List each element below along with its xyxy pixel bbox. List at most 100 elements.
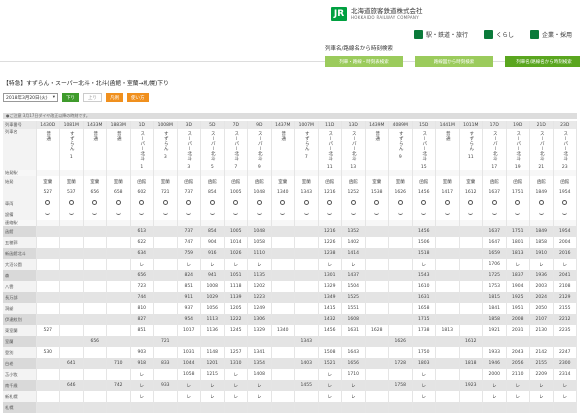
row-label: 五稜郭: [3, 237, 37, 248]
table-cell: 656: [83, 187, 107, 198]
up-button[interactable]: 上り: [83, 93, 102, 102]
table-cell: [388, 402, 413, 413]
table-cell: 2314: [553, 369, 577, 380]
table-cell: [271, 259, 295, 270]
table-cell: スーパー北斗 23: [553, 129, 577, 170]
origin-row: 始発 室蘭 室蘭 室蘭 室蘭 函館 室蘭 函館 函館 函館 函館 室蘭 室蘭 函館 函館 室蘭 室蘭 函館 室蘭 室蘭…: [3, 176, 577, 187]
table-cell: [365, 270, 389, 281]
table-cell: [36, 226, 60, 237]
table-cell: [177, 402, 201, 413]
table-cell: 2004: [553, 237, 577, 248]
table-cell: [294, 248, 319, 259]
table-cell: [294, 303, 319, 314]
table-cell: レ: [412, 369, 436, 380]
table-cell: [59, 281, 84, 292]
table-cell: [247, 336, 272, 347]
table-cell: 室蘭: [106, 176, 131, 187]
table-cell: 1753: [482, 281, 507, 292]
company-sub: HOKKAIDO RAILWAY COMPANY: [351, 15, 419, 20]
table-cell: [106, 369, 131, 380]
table-cell: 1738: [412, 325, 436, 336]
table-cell: [271, 314, 295, 325]
table-cell: 函館: [506, 176, 530, 187]
table-cell: [388, 303, 413, 314]
table-cell: レ: [529, 380, 554, 391]
table-cell: 2247: [553, 347, 577, 358]
row-label: 東室蘭: [3, 325, 37, 336]
table-cell: [271, 237, 295, 248]
table-cell: [59, 237, 84, 248]
table-cell: [459, 325, 483, 336]
table-cell: [388, 209, 413, 220]
reserved-seat-icon: [397, 200, 403, 205]
table-cell: 1849: [529, 187, 554, 198]
search-button-trainname[interactable]: 列車名/路線名から時刻検索: [505, 56, 580, 67]
table-cell: [294, 347, 319, 358]
station-row: 大沼公園レレレレレレレレ 1706 レレレ: [3, 259, 577, 270]
station-row: 森 656 824 941 1051 1135 1301 1437 1543 1725 1837 19…: [3, 270, 577, 281]
table-cell: 1610: [412, 281, 436, 292]
table-cell: 1005: [224, 226, 248, 237]
nav-travel[interactable]: 駅・鉄道・旅行: [410, 30, 472, 39]
cup-icon: [256, 212, 262, 215]
table-cell: スーパー北斗 19: [506, 129, 530, 170]
table-cell: 1750: [412, 347, 436, 358]
table-cell: [36, 281, 60, 292]
table-cell: 721: [153, 336, 178, 347]
table-cell: 2000: [482, 369, 507, 380]
nav-corp[interactable]: 企業・採用: [526, 30, 576, 39]
table-cell: すずらん 1: [59, 129, 84, 170]
table-cell: 721: [153, 187, 178, 198]
table-cell: 710: [106, 358, 131, 369]
table-cell: 744: [130, 292, 154, 303]
table-cell: 656: [130, 270, 154, 281]
station-row: 札幌: [3, 402, 577, 413]
table-cell: 1005: [224, 187, 248, 198]
table-cell: レ: [177, 380, 201, 391]
table-cell: レ: [412, 259, 436, 270]
table-cell: 2016: [553, 248, 577, 259]
table-cell: [435, 226, 460, 237]
table-cell: [59, 209, 84, 220]
table-cell: 622: [130, 237, 154, 248]
legend-button[interactable]: 凡例: [106, 93, 123, 102]
jr-logo[interactable]: JR 北海道旅客鉄道株式会社 HOKKAIDO RAILWAY COMPANY: [331, 7, 423, 21]
nav-life[interactable]: くらし: [480, 30, 518, 39]
table-cell: レ: [130, 369, 154, 380]
table-cell: [153, 270, 178, 281]
table-cell: レ: [553, 391, 577, 402]
table-cell: 1841: [482, 303, 507, 314]
table-cell: [106, 402, 131, 413]
table-cell: 1643: [341, 347, 366, 358]
station-row: 函館 613 737 854 1005 1048 1216 1352 1456 1637 1751 1…: [3, 226, 577, 237]
table-cell: 1017: [177, 325, 201, 336]
date-select[interactable]: 2018年3月20日(火) ▾: [3, 93, 58, 102]
search-button-map[interactable]: 路線図から時刻検索: [415, 56, 493, 67]
table-cell: [482, 336, 507, 347]
table-cell: 933: [153, 380, 178, 391]
table-cell: [153, 369, 178, 380]
table-cell: 2107: [529, 314, 554, 325]
table-cell: スーパー北斗 1: [130, 129, 154, 170]
table-cell: 747: [177, 237, 201, 248]
howto-button[interactable]: 使い方: [127, 93, 149, 102]
table-cell: [83, 402, 107, 413]
table-cell: 1658: [412, 303, 436, 314]
table-cell: [459, 303, 483, 314]
table-cell: 1858: [482, 314, 507, 325]
table-cell: 普通: [36, 129, 60, 170]
search-button-lines[interactable]: 列車・路線・時刻表検索: [325, 56, 403, 67]
table-cell: 911: [177, 292, 201, 303]
table-cell: [294, 281, 319, 292]
row-label: 室蘭: [3, 336, 37, 347]
table-cell: 1D: [130, 121, 154, 129]
table-cell: スーパー北斗 17: [482, 129, 507, 170]
table-cell: [388, 259, 413, 270]
table-cell: 903: [130, 347, 154, 358]
table-cell: [153, 402, 178, 413]
table-cell: 1031: [177, 347, 201, 358]
table-cell: [365, 380, 389, 391]
down-button[interactable]: 下り: [62, 93, 79, 102]
table-cell: レ: [224, 380, 248, 391]
table-cell: [83, 347, 107, 358]
